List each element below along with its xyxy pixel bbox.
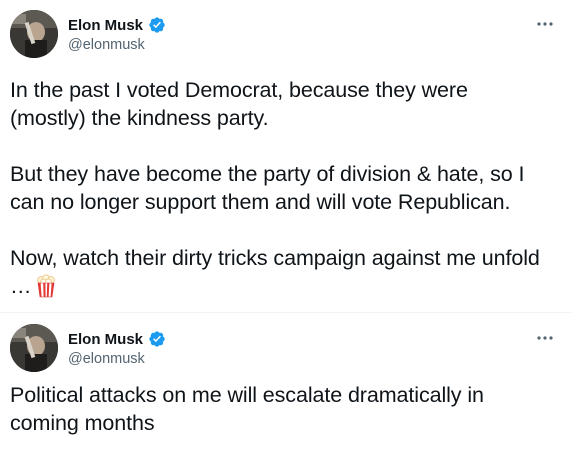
verified-badge-icon <box>148 330 166 348</box>
verified-badge-icon <box>148 16 166 34</box>
popcorn-icon <box>35 274 57 298</box>
tweet[interactable]: Elon Musk @elonmusk Political attacks on… <box>0 312 571 452</box>
display-name[interactable]: Elon Musk <box>68 331 143 348</box>
tweet-paragraph-text: Now, watch their dirty tricks campaign a… <box>10 246 540 298</box>
tweet-text: In the past I voted Democrat, because th… <box>10 76 541 300</box>
avatar-image <box>10 10 58 58</box>
tweet[interactable]: Elon Musk @elonmusk In the past I voted … <box>0 0 571 312</box>
more-options-icon[interactable] <box>535 328 555 348</box>
tweet-paragraph: In the past I voted Democrat, because th… <box>10 78 468 130</box>
tweet-text: Political attacks on me will escalate dr… <box>10 381 541 437</box>
tweet-header: Elon Musk @elonmusk <box>0 324 571 380</box>
tweet-paragraph: But they have become the party of divisi… <box>10 162 525 214</box>
avatar[interactable] <box>10 10 58 58</box>
tweet-paragraph-last: Now, watch their dirty tricks campaign a… <box>10 244 541 300</box>
tweet-paragraph: Political attacks on me will escalate dr… <box>10 383 484 435</box>
avatar[interactable] <box>10 324 58 372</box>
more-options-icon[interactable] <box>535 14 555 34</box>
handle[interactable]: @elonmusk <box>68 351 145 367</box>
tweet-header: Elon Musk @elonmusk <box>0 10 571 66</box>
display-name[interactable]: Elon Musk <box>68 17 143 34</box>
name-row: Elon Musk <box>68 330 166 348</box>
avatar-image <box>10 324 58 372</box>
handle[interactable]: @elonmusk <box>68 37 145 53</box>
name-row: Elon Musk <box>68 16 166 34</box>
